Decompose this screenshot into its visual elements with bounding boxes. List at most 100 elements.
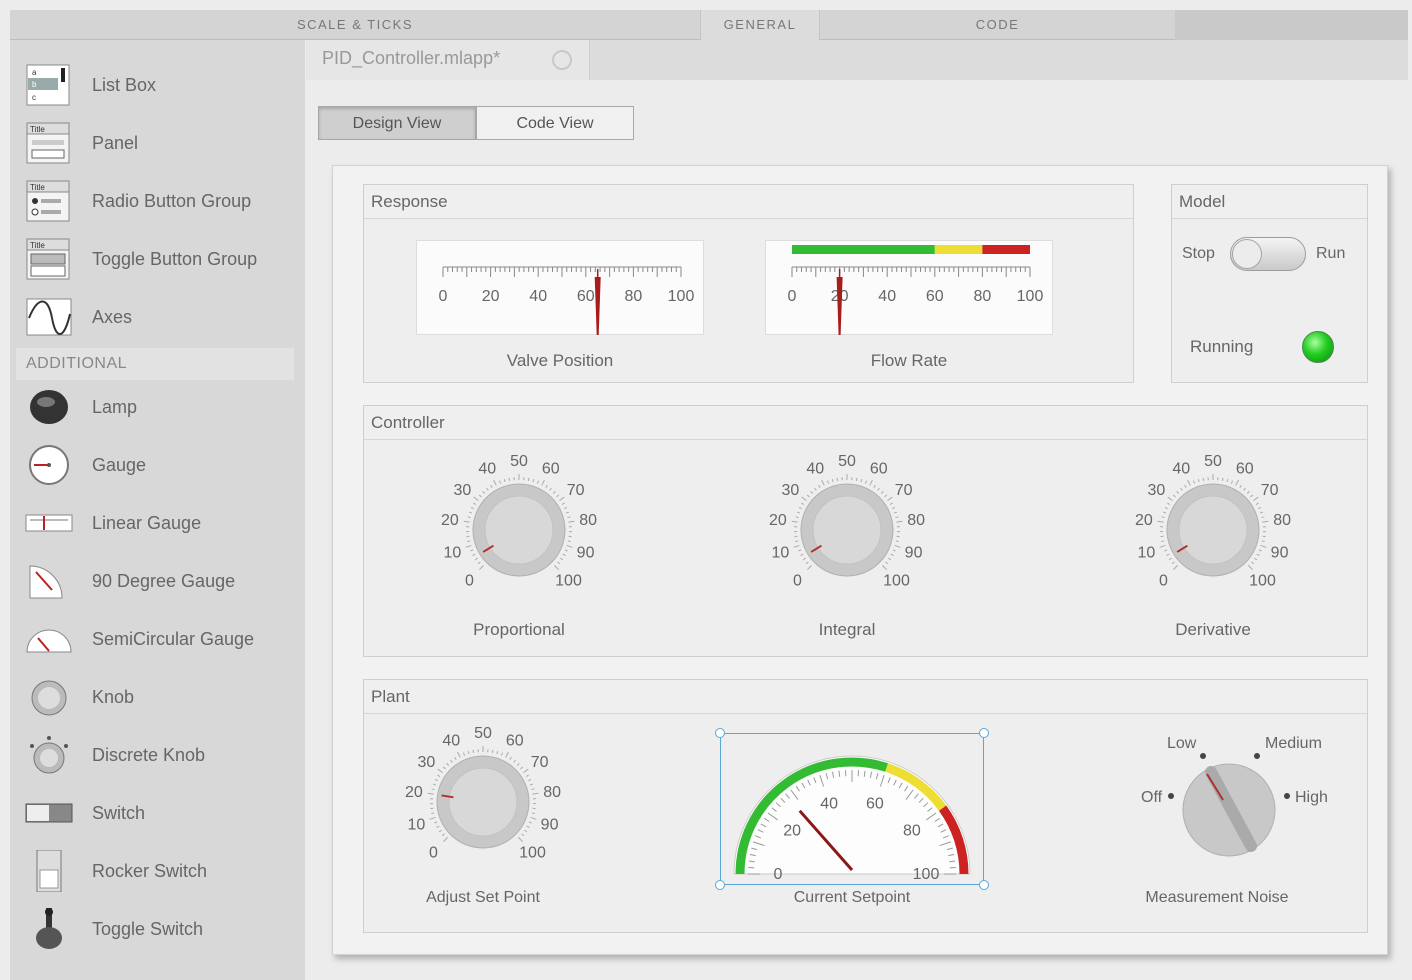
gauge-tick-label: 40 — [820, 796, 838, 813]
knob-tick — [520, 766, 524, 770]
knob-tick — [523, 768, 529, 774]
component-axes[interactable]: Axes — [10, 288, 305, 346]
gauge-tick-label: 20 — [783, 823, 801, 840]
resize-handle[interactable] — [715, 880, 725, 890]
knob-tick — [529, 783, 534, 786]
knob-tick-label: 70 — [895, 482, 913, 499]
knob-tick — [477, 561, 481, 565]
response-panel[interactable]: Response 0 20 40 60 80 100 Valve Position 0 20… — [363, 184, 1134, 383]
knob-tick-label: 70 — [531, 754, 549, 771]
knob-tick — [807, 565, 812, 570]
knob-tick — [496, 750, 499, 755]
controller-panel[interactable]: Controller 0 10 20 30 40 50 60 70 80 90 100 Propor… — [363, 405, 1368, 657]
knob-tick — [1197, 478, 1200, 483]
tick-label: 40 — [529, 288, 547, 305]
code-view-button[interactable]: Code View — [476, 106, 634, 140]
component-linear-gauge[interactable]: Linear Gauge — [10, 494, 305, 552]
component-radio-button-group[interactable]: Title Radio Button Group — [10, 172, 305, 230]
measurement-noise-label: Measurement Noise — [1145, 889, 1289, 906]
knob-tick — [467, 516, 471, 519]
knob-tick — [1251, 561, 1255, 565]
model-panel[interactable]: Model Stop Run Running — [1171, 184, 1368, 383]
knob-tick — [860, 478, 863, 483]
knob-tick-label: 40 — [1172, 461, 1190, 478]
component-label: Panel — [92, 133, 139, 153]
component-label: Lamp — [92, 397, 138, 417]
knob-tick-label: 80 — [1273, 512, 1291, 529]
knob-tick — [889, 502, 893, 505]
component-toggle-switch[interactable]: Toggle Switch — [10, 900, 305, 958]
component-label: Rocker Switch — [92, 861, 208, 881]
component-discrete-knob[interactable]: Discrete Knob — [10, 726, 305, 784]
tab-bar-empty — [590, 40, 1408, 80]
knob-tick — [545, 484, 548, 489]
current-setpoint-gauge[interactable]: 0 20 40 60 80 100 — [715, 728, 989, 890]
knob-tick — [873, 484, 876, 489]
knob-tick-label: 40 — [442, 733, 460, 750]
knob-tick-label: 60 — [506, 733, 524, 750]
set-point-knob[interactable]: 010 20 30 40 50 60 70 80 90 100 — [403, 722, 563, 882]
component-switch[interactable]: Switch — [10, 784, 305, 842]
component-list-box[interactable]: abc List Box — [10, 56, 305, 114]
knob-tick-label: 50 — [1204, 453, 1222, 470]
tab-general[interactable]: GENERAL — [700, 10, 820, 40]
knob-tick-label: 100 — [883, 572, 910, 589]
knob-tick — [1172, 494, 1176, 498]
plant-panel[interactable]: Plant 0 10 20 30 40 50 60 70 80 90 100 Adjust Set … — [363, 679, 1368, 933]
knob-tick — [503, 478, 506, 483]
flow-rate-gauge[interactable]: 020406080100 — [765, 240, 1053, 335]
design-view-button[interactable]: Design View — [318, 106, 476, 140]
knob-tick — [557, 561, 561, 565]
component-lamp[interactable]: Lamp — [10, 378, 305, 436]
knob-tick-label: 90 — [905, 545, 923, 562]
file-tab[interactable]: PID_Controller.mlapp* — [306, 40, 590, 80]
knob-tick — [877, 487, 880, 491]
tab-code[interactable]: CODE — [820, 10, 1175, 40]
tab-scale-ticks[interactable]: SCALE & TICKS — [10, 10, 700, 40]
knob-tick — [516, 763, 520, 766]
proportional-knob[interactable]: 010 20 30 40 50 60 70 80 90 100 — [439, 450, 599, 610]
knob-tick-label: 0 — [429, 844, 438, 861]
knob-tick-label: 20 — [1135, 512, 1153, 529]
close-tab-icon[interactable] — [552, 50, 572, 70]
option-label: Low — [1167, 735, 1197, 752]
knob-tick — [465, 544, 472, 548]
property-tab-strip: SCALE & TICKS GENERAL CODE — [10, 10, 1408, 40]
component-90-degree-gauge[interactable]: 90 Degree Gauge — [10, 552, 305, 610]
tick-label: 40 — [878, 288, 896, 305]
run-stop-switch[interactable] — [1230, 237, 1306, 271]
measurement-noise-knob[interactable]: Off Low Medium High — [1119, 730, 1339, 880]
linear-gauge-icon — [24, 502, 74, 544]
knob-tick — [505, 751, 509, 758]
design-canvas[interactable]: Response 020406080100 Valve Position 020… — [332, 165, 1388, 955]
resize-handle[interactable] — [715, 728, 725, 738]
knob-tick — [564, 506, 568, 510]
component-rocker-switch[interactable]: Rocker Switch — [10, 842, 305, 900]
derivative-knob[interactable]: 010 20 30 40 50 60 70 80 90 100 — [1133, 450, 1293, 610]
knob-tick — [801, 502, 805, 505]
knob-tick — [565, 511, 570, 514]
component-panel[interactable]: Title Panel — [10, 114, 305, 172]
knob-tick — [1202, 477, 1205, 481]
component-gauge[interactable]: Gauge — [10, 436, 305, 494]
file-name: PID_Controller.mlapp* — [322, 48, 501, 68]
knob-cap — [812, 495, 882, 565]
knob-cap — [1178, 495, 1248, 565]
knob-tick — [801, 496, 807, 502]
resize-handle[interactable] — [979, 728, 989, 738]
component-label: Linear Gauge — [92, 513, 202, 533]
component-semicircular-gauge[interactable]: SemiCircular Gauge — [10, 610, 305, 668]
valve-position-gauge[interactable]: 0 20 40 60 80 100 — [416, 240, 704, 335]
resize-handle[interactable] — [979, 880, 989, 890]
semicircular-gauge: 0 20 40 60 80 100 — [733, 755, 971, 883]
knob-tick-label: 40 — [806, 461, 824, 478]
knob-tick — [802, 557, 806, 561]
knob-tick — [1261, 516, 1265, 519]
component-knob[interactable]: Knob — [10, 668, 305, 726]
integral-knob[interactable]: 010 20 30 40 50 60 70 80 90 100 — [767, 450, 927, 610]
component-toggle-button-group[interactable]: Title Toggle Button Group — [10, 230, 305, 288]
knob-tick-label: 80 — [543, 784, 561, 801]
knob-tick — [531, 788, 535, 791]
knob-tick — [1261, 540, 1265, 543]
knob-tick — [1187, 479, 1191, 486]
